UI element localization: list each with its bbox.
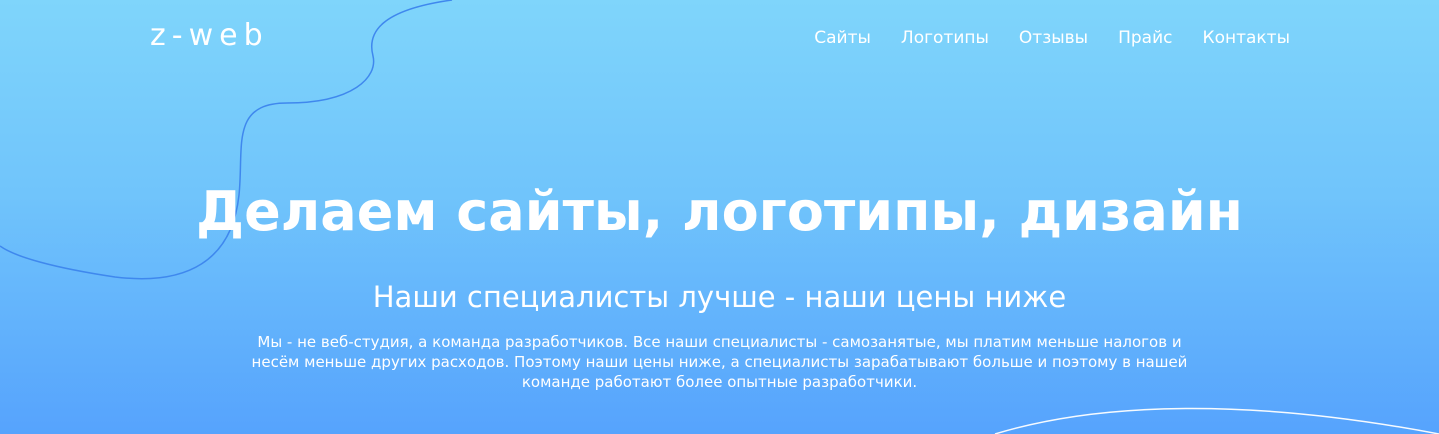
logo[interactable]: z-web xyxy=(150,16,269,56)
hero-description-line-1: Мы - не веб-студия, а команда разработчи… xyxy=(257,333,1182,351)
white-wave-line xyxy=(994,407,1439,434)
hero-title: Делаем сайты, логотипы, дизайн xyxy=(196,180,1243,243)
main-navigation: Сайты Логотипы Отзывы Прайс Контакты xyxy=(814,27,1290,49)
nav-item-sites[interactable]: Сайты xyxy=(814,27,871,49)
hero-description-line-3: команде работают более опытные разработч… xyxy=(521,373,918,391)
hero-description-line-2: несём меньше других расходов. Поэтому на… xyxy=(251,353,1188,371)
nav-item-logos[interactable]: Логотипы xyxy=(901,27,989,49)
nav-item-reviews[interactable]: Отзывы xyxy=(1019,27,1088,49)
hero-section: z-web Сайты Логотипы Отзывы Прайс Контак… xyxy=(0,0,1439,434)
nav-item-pricing[interactable]: Прайс xyxy=(1118,27,1172,49)
hero-subtitle: Наши специалисты лучше - наши цены ниже xyxy=(372,280,1067,314)
hero-description: Мы - не веб-студия, а команда разработчи… xyxy=(160,332,1279,392)
nav-item-contacts[interactable]: Контакты xyxy=(1203,27,1291,49)
